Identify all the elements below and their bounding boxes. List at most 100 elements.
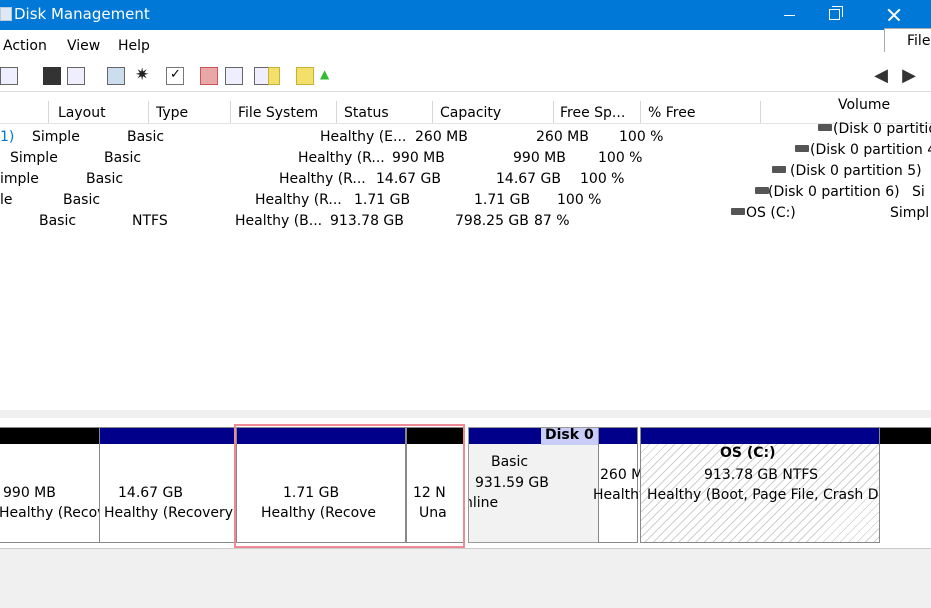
row-volume-layout: Si — [912, 184, 925, 200]
menu-action[interactable]: Action — [3, 38, 47, 54]
row-free-space: 260 MB — [536, 129, 589, 145]
properties-icon[interactable] — [43, 67, 61, 85]
row-volume: (Disk 0 partition 4) — [810, 142, 931, 158]
row-layout: Simple — [10, 150, 58, 166]
connect-icon[interactable] — [107, 67, 125, 85]
row-type: Basic — [104, 150, 142, 166]
back-arrow-icon[interactable]: ◀ — [872, 67, 890, 85]
disk-management-window: Disk Management Action View Help File ◀ … — [0, 0, 931, 608]
column-header-status[interactable]: Status — [344, 105, 389, 121]
row-status: Healthy (B... — [235, 213, 323, 229]
toolbar: ◀ ▶ — [0, 60, 931, 92]
row-percent-free: 100 % — [598, 150, 643, 166]
maximize-icon — [829, 9, 840, 20]
window-title: Disk Management — [14, 5, 150, 23]
menu-help[interactable]: Help — [118, 38, 150, 54]
pin-icon[interactable] — [134, 65, 152, 85]
drive-icon — [755, 187, 769, 194]
disk-type: Basic — [491, 454, 529, 470]
column-header-type[interactable]: Type — [156, 105, 188, 121]
row-status: Healthy (R... — [255, 192, 342, 208]
column-header-file-system[interactable]: File System — [238, 105, 318, 121]
folder-icon[interactable] — [296, 67, 314, 85]
delete-icon[interactable] — [200, 67, 218, 85]
row-free-space: 798.25 GB — [455, 213, 529, 229]
disk-state: Online — [469, 495, 499, 511]
disk-size: 931.59 GB — [475, 475, 549, 491]
row-volume: OS (C:) — [746, 205, 796, 221]
title-bar[interactable]: Disk Management — [0, 0, 931, 30]
close-button[interactable] — [870, 0, 916, 30]
column-header-capacity[interactable]: Capacity — [440, 105, 501, 121]
column-divider[interactable] — [553, 101, 554, 123]
partition-recovery-1-71gb[interactable]: 1.71 GB Healthy (Recove — [236, 427, 406, 543]
column-header-layout[interactable]: Layout — [58, 105, 106, 121]
partition-band — [100, 428, 234, 444]
row-percent-free: 87 % — [534, 213, 570, 229]
row-capacity: 14.67 GB — [376, 171, 441, 187]
partition-status: Healthy (Recov — [0, 505, 101, 521]
row-type: Basic — [63, 192, 101, 208]
row-capacity: 913.78 GB — [330, 213, 404, 229]
minimize-button[interactable] — [766, 0, 812, 30]
column-header-volume[interactable]: Volume — [838, 97, 890, 113]
column-divider[interactable] — [760, 101, 761, 123]
check-icon[interactable] — [166, 67, 184, 85]
row-type: Basic — [39, 213, 77, 229]
os-volume-title: OS (C:) — [720, 445, 776, 461]
volume-list[interactable]: Volume Layout Type File System Status Ca… — [0, 92, 931, 410]
row-capacity: 260 MB — [415, 129, 468, 145]
partition-overflow[interactable] — [880, 427, 931, 543]
file-menu-tab[interactable]: File — [884, 28, 931, 52]
row-layout: Simple — [32, 129, 80, 145]
drive-icon — [731, 208, 745, 215]
column-divider[interactable] — [336, 101, 337, 123]
row-volume: (Disk 0 partition 1) — [833, 121, 931, 137]
row-percent-free: 100 % — [619, 129, 664, 145]
disk-name: Disk 0 — [541, 428, 598, 445]
row-percent-free: 100 % — [557, 192, 602, 208]
column-divider[interactable] — [640, 101, 641, 123]
back-icon[interactable] — [0, 67, 18, 85]
os-volume-status: Healthy (Boot, Page File, Crash D — [647, 487, 879, 503]
partition-band — [0, 428, 100, 444]
partition-size: 990 MB — [3, 485, 56, 501]
row-layout: imple — [0, 171, 39, 187]
maximize-button[interactable] — [812, 0, 858, 30]
menu-view[interactable]: View — [67, 38, 100, 54]
row-type: Basic — [86, 171, 124, 187]
status-area — [0, 548, 931, 608]
go-icon[interactable] — [318, 67, 336, 85]
forward-arrow-icon[interactable]: ▶ — [900, 67, 918, 85]
minimize-icon — [784, 15, 795, 16]
row-file-system: NTFS — [132, 213, 168, 229]
help-icon[interactable] — [67, 67, 85, 85]
row-lead: 1) — [0, 129, 15, 145]
partition-band — [407, 428, 463, 444]
column-header-percent-free[interactable]: % Free — [648, 105, 695, 121]
partition-efi[interactable] — [598, 427, 638, 543]
column-divider[interactable] — [230, 101, 231, 123]
column-divider[interactable] — [48, 101, 49, 123]
drive-icon — [772, 166, 786, 173]
run-icon[interactable] — [268, 67, 280, 85]
partition-band — [237, 428, 405, 444]
menu-bar: Action View Help — [0, 30, 931, 60]
row-volume-layout: Simpl — [890, 205, 930, 221]
partition-band — [599, 428, 637, 444]
partition-size: 12 N — [413, 485, 446, 501]
drive-icon — [795, 145, 809, 152]
partition-recovery-990mb[interactable]: 990 MB Healthy (Recov — [0, 427, 101, 543]
pane-splitter[interactable] — [0, 410, 931, 418]
column-header-free-space[interactable]: Free Sp... — [560, 105, 625, 121]
column-divider[interactable] — [148, 101, 149, 123]
partition-status: Healthy (Recovery Par — [104, 505, 234, 521]
partition-unallocated[interactable]: 12 N Una — [406, 427, 464, 543]
row-capacity: 1.71 GB — [354, 192, 411, 208]
partition-size: 1.71 GB — [283, 485, 340, 501]
column-divider[interactable] — [432, 101, 433, 123]
partition-recovery-14gb[interactable]: 14.67 GB Healthy (Recovery Par — [99, 427, 235, 543]
row-status: Healthy (R... — [279, 171, 366, 187]
settings-icon[interactable] — [225, 67, 243, 85]
row-type: Basic — [127, 129, 165, 145]
